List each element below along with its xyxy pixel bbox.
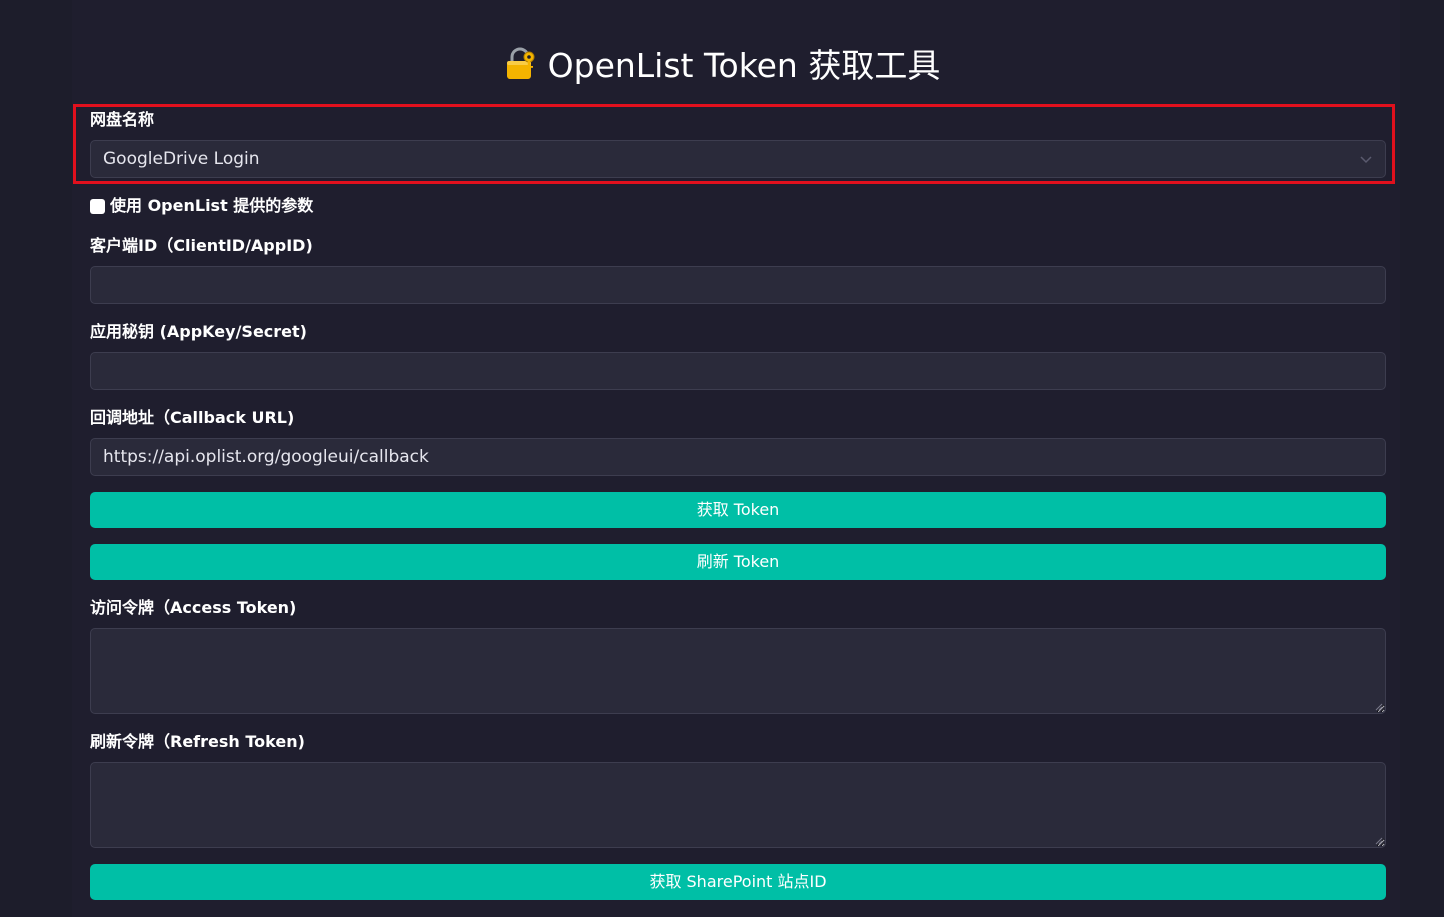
chevron-down-icon <box>1360 156 1372 164</box>
refresh-token-textarea[interactable] <box>90 762 1386 848</box>
client-id-label: 客户端ID（ClientID/AppID) <box>90 236 313 255</box>
use-openlist-params-row: 使用 OpenList 提供的参数 <box>90 195 313 217</box>
access-token-label: 访问令牌（Access Token) <box>90 598 297 617</box>
access-token-wrap <box>90 628 1386 714</box>
get-sharepoint-site-id-button[interactable]: 获取 SharePoint 站点ID <box>90 864 1386 900</box>
refresh-token-label: 刷新令牌（Refresh Token) <box>90 732 305 751</box>
use-openlist-params-checkbox[interactable] <box>90 198 105 214</box>
callback-url-label: 回调地址（Callback URL) <box>90 408 295 427</box>
resize-grip-icon[interactable] <box>1375 703 1383 711</box>
client-id-input[interactable] <box>90 266 1386 304</box>
access-token-textarea[interactable] <box>90 628 1386 714</box>
drive-name-select[interactable]: GoogleDrive Login <box>90 140 1386 178</box>
callback-url-input[interactable] <box>90 438 1386 476</box>
drive-name-label: 网盘名称 <box>90 110 155 129</box>
get-token-button[interactable]: 获取 Token <box>90 492 1386 528</box>
use-openlist-params-label: 使用 OpenList 提供的参数 <box>110 196 314 215</box>
lock-with-key-icon <box>506 47 535 79</box>
drive-name-selected-value: GoogleDrive Login <box>103 149 260 169</box>
page-title: OpenList Token 获取工具 <box>0 44 1444 88</box>
refresh-token-button[interactable]: 刷新 Token <box>90 544 1386 580</box>
app-secret-input[interactable] <box>90 352 1386 390</box>
refresh-token-wrap <box>90 762 1386 848</box>
page-title-text: OpenList Token 获取工具 <box>547 46 941 85</box>
page: OpenList Token 获取工具 网盘名称 GoogleDrive Log… <box>0 0 1444 917</box>
app-secret-label: 应用秘钥 (AppKey/Secret) <box>90 322 307 341</box>
resize-grip-icon[interactable] <box>1375 837 1383 845</box>
